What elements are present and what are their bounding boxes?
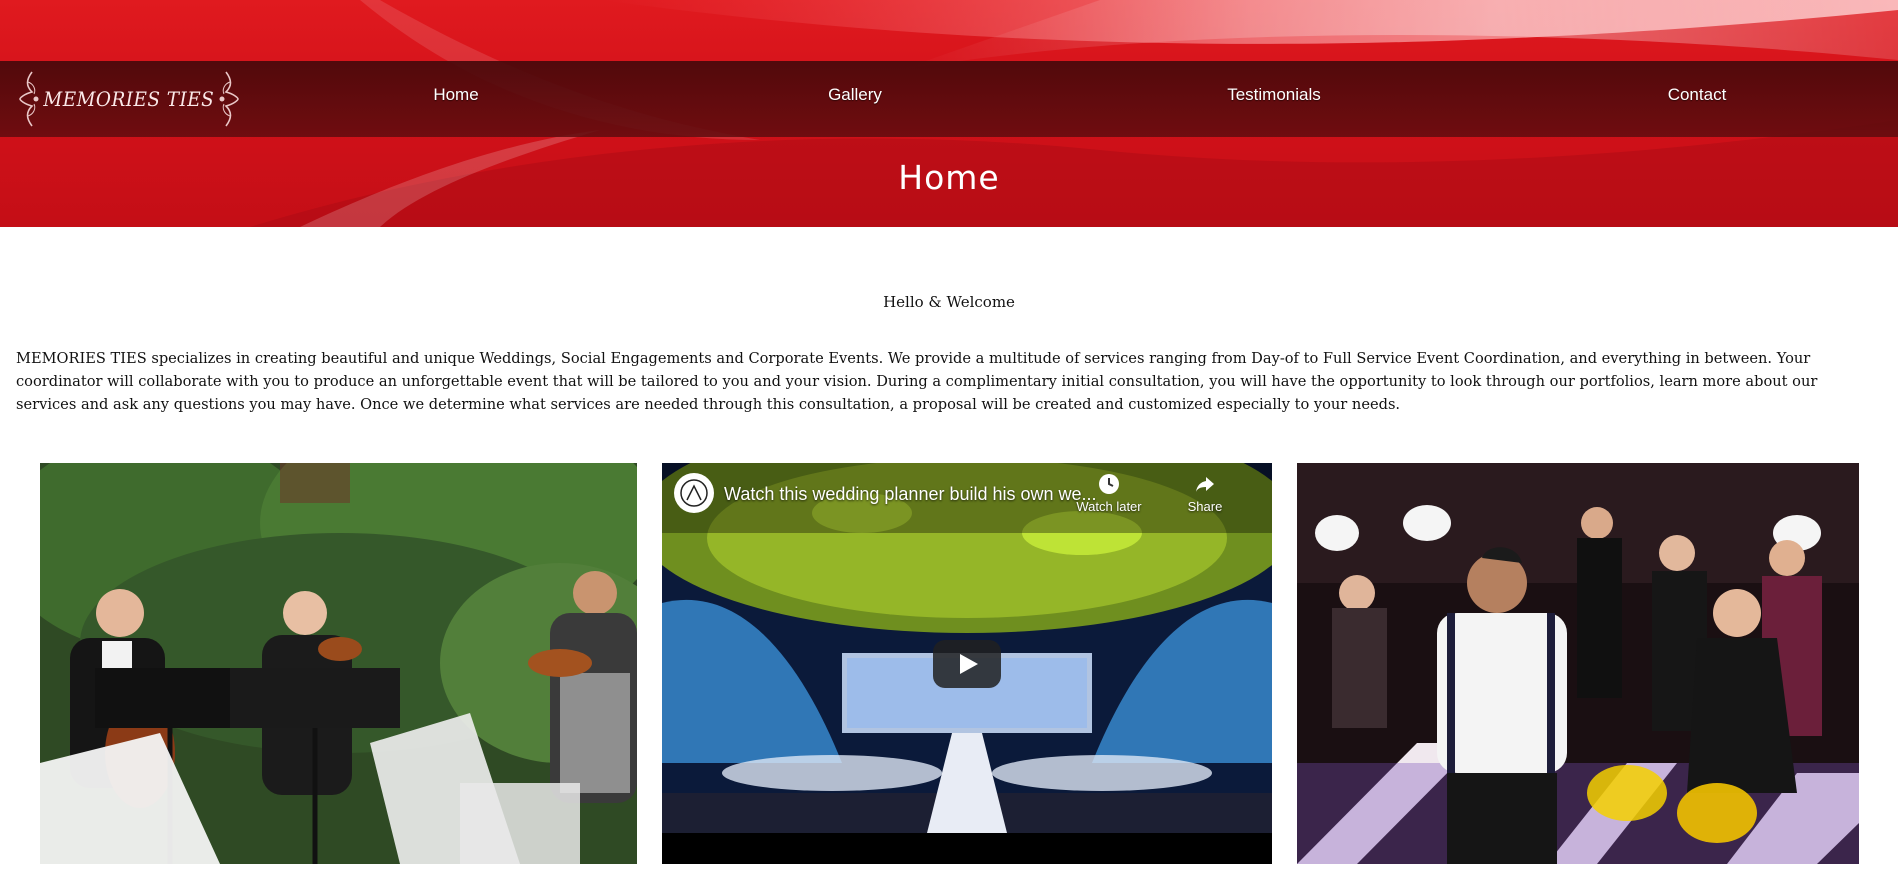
nav-gallery[interactable]: Gallery	[805, 85, 905, 113]
play-icon[interactable]	[933, 640, 1001, 688]
ornament-left-icon	[19, 71, 39, 127]
nav-testimonials[interactable]: Testimonials	[1204, 85, 1344, 113]
video-title[interactable]: Watch this wedding planner build his own…	[724, 484, 1097, 505]
clock-icon	[1099, 474, 1119, 494]
channel-avatar[interactable]	[674, 473, 714, 513]
ornament-right-icon	[219, 71, 239, 127]
nav-home[interactable]: Home	[406, 85, 506, 113]
watch-later-label: Watch later	[1076, 499, 1142, 514]
photo-string-musicians	[40, 463, 637, 864]
welcome-heading: Hello & Welcome	[883, 293, 1015, 311]
watch-later-button[interactable]: Watch later	[1069, 473, 1149, 514]
youtube-video-embed[interactable]: Watch this wedding planner build his own…	[662, 463, 1272, 864]
share-label: Share	[1187, 499, 1223, 514]
site-logo[interactable]: MEMORIES TIES	[18, 70, 240, 128]
channel-logo-icon	[680, 479, 708, 507]
header-banner: MEMORIES TIES Home Gallery Testimonials …	[0, 0, 1898, 227]
intro-paragraph: MEMORIES TIES specializes in creating be…	[16, 350, 1818, 413]
top-navbar: MEMORIES TIES Home Gallery Testimonials …	[0, 61, 1898, 137]
nav-contact[interactable]: Contact	[1647, 85, 1747, 113]
logo-text: MEMORIES TIES	[43, 87, 215, 111]
share-button[interactable]: Share	[1175, 473, 1235, 514]
page-title: Home	[898, 158, 1000, 197]
share-icon	[1196, 477, 1214, 492]
photo-dance-floor	[1297, 463, 1859, 864]
